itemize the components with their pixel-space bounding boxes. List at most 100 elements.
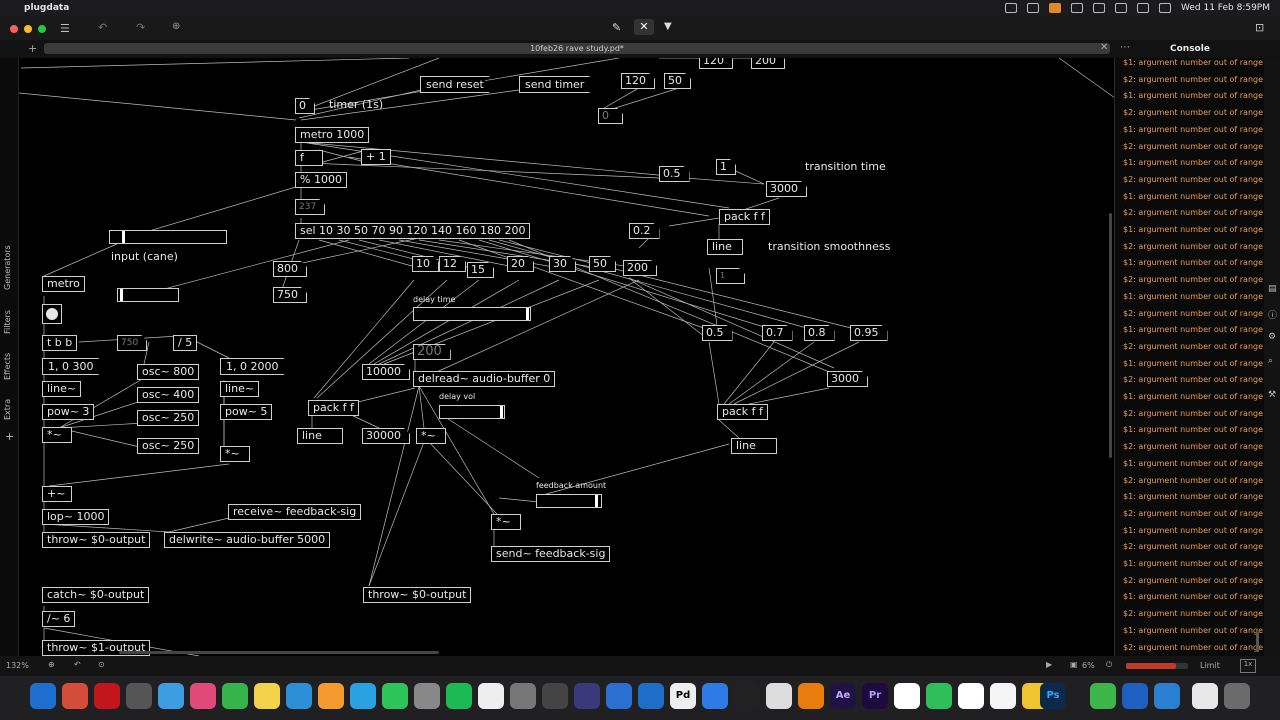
whatsapp-icon[interactable]	[382, 683, 408, 709]
telegram-icon[interactable]	[350, 683, 376, 709]
number-box[interactable]: 0.5	[659, 166, 690, 182]
console-menu-icon[interactable]: ⋯	[1120, 42, 1130, 53]
number-box[interactable]: 50	[589, 256, 616, 272]
number-box[interactable]: 0.2	[629, 223, 660, 239]
throw-object[interactable]: throw~ $0-output	[363, 587, 472, 603]
number-box[interactable]: 0	[598, 108, 623, 124]
number-box[interactable]: 200	[751, 58, 785, 69]
app-menu-name[interactable]: plugdata	[24, 3, 69, 13]
multiply-object[interactable]: *~	[416, 428, 446, 444]
opera-icon[interactable]	[94, 683, 120, 709]
number-box[interactable]: 30	[549, 256, 576, 272]
number-box[interactable]: 120	[699, 58, 733, 69]
catch-object[interactable]: catch~ $0-output	[42, 587, 150, 603]
osc-object[interactable]: osc~ 400	[137, 387, 200, 403]
palette-extra[interactable]: Extra	[3, 399, 12, 420]
vscode-icon[interactable]	[638, 683, 664, 709]
settings-icon[interactable]: ⚙	[1268, 332, 1276, 342]
volume-meter[interactable]	[1126, 663, 1188, 669]
delwrite-object[interactable]: delwrite~ audio-buffer 5000	[164, 532, 331, 548]
number-box[interactable]: 50	[664, 73, 691, 89]
line-object[interactable]: line	[297, 428, 343, 444]
app-icon[interactable]	[958, 683, 984, 709]
delay-time-slider[interactable]	[413, 307, 531, 321]
unity-icon[interactable]	[894, 683, 920, 709]
canvas-horizontal-scrollbar[interactable]	[119, 651, 439, 654]
pow-object[interactable]: pow~ 5	[220, 404, 273, 420]
number-box[interactable]: 750	[273, 287, 307, 303]
snap-icon[interactable]: ⊙	[98, 660, 105, 669]
send-timer-message[interactable]: send timer	[519, 76, 590, 93]
play-icon[interactable]: ▶	[1046, 660, 1052, 669]
pages-icon[interactable]	[318, 683, 344, 709]
battery-icon[interactable]	[1115, 3, 1127, 13]
chrome-icon[interactable]	[62, 683, 88, 709]
photoshop-icon[interactable]: Ps	[1040, 683, 1066, 709]
line-tilde-object[interactable]: line~	[42, 381, 82, 397]
send-object[interactable]: send~ feedback-sig	[491, 546, 611, 562]
wd-app-icon[interactable]	[1122, 683, 1148, 709]
line-tilde-object[interactable]: line~	[220, 381, 260, 397]
menubar-datetime[interactable]: Wed 11 Feb 8:59PM	[1181, 3, 1270, 13]
wifi-icon[interactable]	[1071, 3, 1083, 13]
trigger-object[interactable]: t b b	[42, 335, 78, 351]
app-icon[interactable]	[702, 683, 728, 709]
number-box[interactable]: 10000	[362, 364, 410, 380]
number-box[interactable]: 12	[439, 256, 466, 272]
messages-icon[interactable]	[158, 683, 184, 709]
sel-object[interactable]: sel 10 30 50 70 90 120 140 160 180 200	[295, 223, 531, 239]
float-object[interactable]: f	[295, 150, 323, 166]
photos-icon[interactable]	[190, 683, 216, 709]
puredata-icon[interactable]: Pd	[670, 683, 696, 709]
osc-object[interactable]: osc~ 250	[137, 410, 200, 426]
feedback-amount-slider[interactable]	[536, 494, 602, 508]
throw-object[interactable]: throw~ $0-output	[42, 532, 151, 548]
oversample-button[interactable]: 1x	[1240, 659, 1256, 673]
number-box[interactable]: 750	[117, 335, 147, 351]
number-box[interactable]: 200	[413, 344, 451, 360]
utorrent-icon[interactable]	[1090, 683, 1116, 709]
canvas-vertical-scrollbar[interactable]	[1109, 213, 1112, 458]
number-box[interactable]: 120	[621, 73, 655, 89]
capcut-icon[interactable]	[478, 683, 504, 709]
osc-object[interactable]: osc~ 250	[137, 438, 200, 454]
number-box[interactable]: 30000	[362, 428, 410, 444]
downloads-folder-icon[interactable]	[1192, 683, 1218, 709]
utility-icon[interactable]	[510, 683, 536, 709]
number-box[interactable]: 15	[467, 262, 494, 278]
lop-object[interactable]: lop~ 1000	[42, 509, 110, 525]
tab-patch[interactable]: 10feb26 rave study.pd*	[44, 43, 1110, 54]
number-box[interactable]: 3000	[827, 371, 868, 387]
microphone-icon[interactable]	[1049, 3, 1061, 13]
divide-tilde-object[interactable]: /~ 6	[42, 611, 76, 627]
palette-filters[interactable]: Filters	[3, 310, 12, 334]
undo-icon[interactable]: ↶	[98, 21, 107, 34]
dsp-icon[interactable]: ⏻	[1106, 660, 1112, 670]
facetime-icon[interactable]	[222, 683, 248, 709]
delay-vol-slider[interactable]	[439, 405, 505, 419]
search-icon[interactable]: ⌕	[1268, 356, 1273, 366]
tools-icon[interactable]: ⚒	[1268, 390, 1276, 400]
connection-style-icon[interactable]: ↶	[74, 660, 81, 669]
wd-icon[interactable]	[1027, 3, 1039, 13]
number-box[interactable]: 0.5	[702, 325, 733, 341]
pack-object[interactable]: pack f f	[719, 209, 770, 225]
finder-icon[interactable]	[30, 683, 56, 709]
record-icon[interactable]	[1005, 3, 1017, 13]
multiply-object[interactable]: *~	[220, 446, 250, 462]
envelope-message[interactable]: 1, 0 2000	[220, 358, 284, 375]
new-tab-icon[interactable]: +	[28, 42, 37, 55]
presentation-mode-icon[interactable]: ▼	[664, 21, 672, 32]
freeform-icon[interactable]	[286, 683, 312, 709]
app-icon[interactable]	[1154, 683, 1180, 709]
patch-canvas[interactable]: send reset send timer 120 50 120 200 0 0…	[18, 58, 1115, 656]
multiply-object[interactable]: *~	[42, 427, 72, 443]
zoom-level[interactable]: 132%	[6, 661, 29, 670]
number-box[interactable]: 0.7	[762, 325, 793, 341]
send-reset-message[interactable]: send reset	[420, 76, 490, 93]
modulo-object[interactable]: % 1000	[295, 172, 347, 188]
palette-generators[interactable]: Generators	[3, 245, 12, 290]
number-box[interactable]: 20	[507, 256, 534, 272]
pack-object[interactable]: pack f f	[717, 404, 768, 420]
control-center-icon[interactable]	[1159, 3, 1171, 13]
